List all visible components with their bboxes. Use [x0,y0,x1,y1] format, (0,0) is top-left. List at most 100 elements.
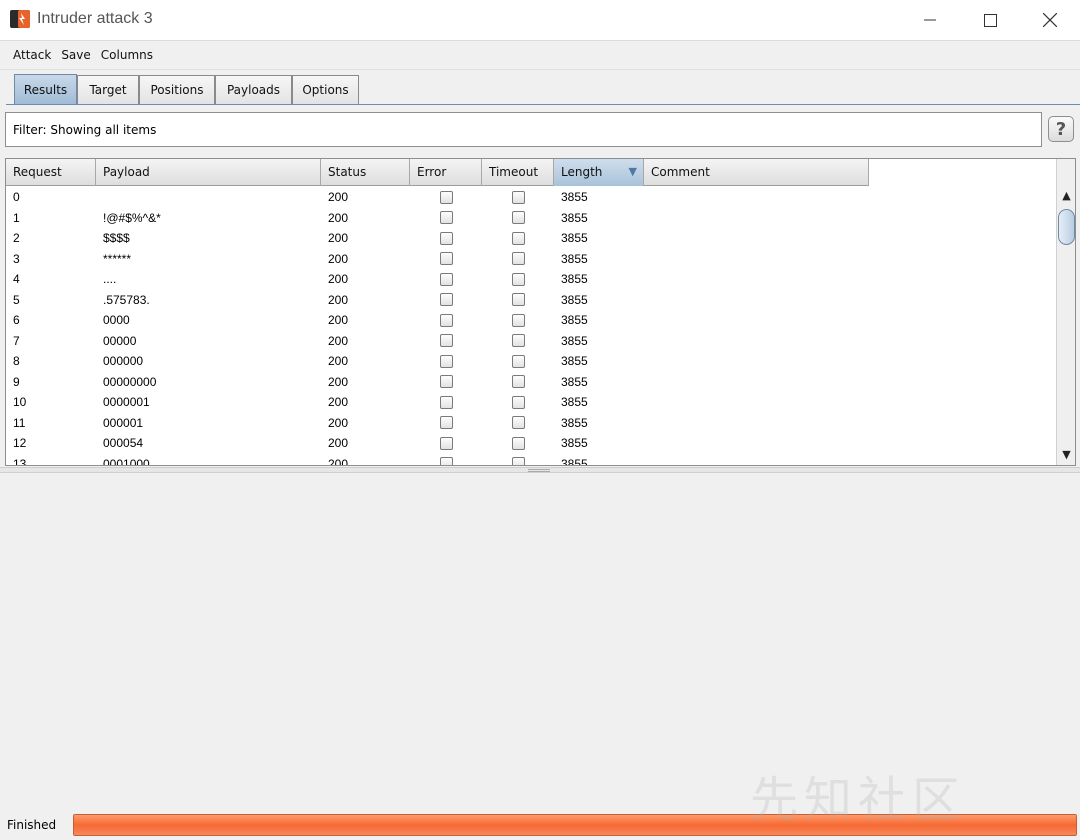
checkbox[interactable] [439,293,453,307]
table-row[interactable]: 12 000054 200 3855 [6,433,869,454]
table-row[interactable]: 10 0000001 200 3855 [6,392,869,413]
checkbox[interactable] [439,395,453,409]
cell-timeout-checkbox[interactable] [482,457,554,465]
column-header-payload[interactable]: Payload [96,159,321,186]
menu-columns[interactable]: Columns [96,48,158,62]
cell-timeout-checkbox[interactable] [482,252,554,266]
table-row[interactable]: 13 0001000 200 3855 [6,454,869,465]
checkbox[interactable] [439,354,453,368]
help-button[interactable]: ? [1048,116,1074,142]
checkbox[interactable] [511,211,525,225]
menu-attack[interactable]: Attack [8,48,56,62]
table-row[interactable]: 9 00000000 200 3855 [6,372,869,393]
cell-timeout-checkbox[interactable] [482,231,554,245]
cell-error-checkbox[interactable] [410,211,482,225]
table-row[interactable]: 4.... 200 3855 [6,269,869,290]
cell-error-checkbox[interactable] [410,334,482,348]
cell-timeout-checkbox[interactable] [482,416,554,430]
tab-options[interactable]: Options [292,75,359,104]
checkbox[interactable] [511,272,525,286]
checkbox[interactable] [511,436,525,450]
cell-error-checkbox[interactable] [410,436,482,450]
cell-error-checkbox[interactable] [410,354,482,368]
cell-timeout-checkbox[interactable] [482,375,554,389]
table-row[interactable]: 7 00000 200 3855 [6,331,869,352]
cell-length: 3855 [561,190,588,205]
cell-error-checkbox[interactable] [410,375,482,389]
table-row[interactable]: 1 !@#$%^&* 200 3855 [6,208,869,229]
maximize-button[interactable] [960,0,1020,40]
checkbox[interactable] [511,252,525,266]
table-row[interactable]: 8 000000 200 3855 [6,351,869,372]
scroll-up-arrow-icon[interactable]: ▲ [1057,187,1075,204]
column-header-status[interactable]: Status [321,159,410,186]
cell-error-checkbox[interactable] [410,395,482,409]
checkbox[interactable] [439,231,453,245]
menu-save[interactable]: Save [56,48,95,62]
checkbox[interactable] [439,272,453,286]
table-row[interactable]: 2 $$$$ 200 3855 [6,228,869,249]
tab-target[interactable]: Target [77,75,139,104]
tab-payloads[interactable]: Payloads [215,75,292,104]
scrollbar-thumb[interactable] [1058,209,1075,245]
checkbox[interactable] [439,436,453,450]
checkbox[interactable] [511,190,525,204]
column-header-comment[interactable]: Comment [644,159,869,186]
minimize-button[interactable] [900,0,960,40]
checkbox[interactable] [511,293,525,307]
checkbox[interactable] [511,334,525,348]
table-row[interactable]: 6 0000 200 3855 [6,310,869,331]
cell-timeout-checkbox[interactable] [482,190,554,204]
checkbox[interactable] [511,395,525,409]
table-row[interactable]: 11 000001 200 3855 [6,413,869,434]
scroll-down-arrow-icon[interactable]: ▼ [1057,446,1075,463]
cell-timeout-checkbox[interactable] [482,293,554,307]
tab-results[interactable]: Results [14,74,77,105]
cell-timeout-checkbox[interactable] [482,354,554,368]
checkbox[interactable] [439,211,453,225]
table-row[interactable]: 3 ****** 200 3855 [6,249,869,270]
cell-error-checkbox[interactable] [410,231,482,245]
table-row[interactable]: 0 200 3855 [6,187,869,208]
checkbox[interactable] [439,457,453,465]
close-button[interactable] [1020,0,1080,40]
column-header-error[interactable]: Error [410,159,482,186]
cell-error-checkbox[interactable] [410,293,482,307]
column-header-length[interactable]: Length ▼ [554,159,644,186]
cell-timeout-checkbox[interactable] [482,272,554,286]
table-row[interactable]: 5 .575783. 200 3855 [6,290,869,311]
cell-status: 200 [328,354,349,369]
cell-error-checkbox[interactable] [410,457,482,465]
cell-timeout-checkbox[interactable] [482,436,554,450]
cell-error-checkbox[interactable] [410,252,482,266]
filter-bar[interactable]: Filter: Showing all items [5,112,1042,147]
checkbox[interactable] [511,354,525,368]
cell-timeout-checkbox[interactable] [482,395,554,409]
checkbox[interactable] [439,313,453,327]
checkbox[interactable] [511,416,525,430]
checkbox[interactable] [439,375,453,389]
divider-grip-icon[interactable] [528,469,550,472]
checkbox[interactable] [511,313,525,327]
vertical-scrollbar[interactable]: ▲ ▼ [1056,159,1075,465]
checkbox[interactable] [439,416,453,430]
checkbox[interactable] [439,190,453,204]
cell-error-checkbox[interactable] [410,190,482,204]
cell-timeout-checkbox[interactable] [482,334,554,348]
checkbox[interactable] [511,457,525,465]
cell-timeout-checkbox[interactable] [482,211,554,225]
cell-error-checkbox[interactable] [410,272,482,286]
tab-positions[interactable]: Positions [139,75,215,104]
cell-error-checkbox[interactable] [410,416,482,430]
cell-error-checkbox[interactable] [410,313,482,327]
checkbox[interactable] [511,231,525,245]
column-header-request[interactable]: Request [6,159,96,186]
cell-timeout-checkbox[interactable] [482,313,554,327]
checkbox[interactable] [511,375,525,389]
column-header-timeout[interactable]: Timeout [482,159,554,186]
checkbox[interactable] [439,334,453,348]
cell-status: 200 [328,210,349,225]
checkbox[interactable] [439,252,453,266]
burp-app-icon [10,10,30,28]
cell-status: 200 [328,436,349,451]
